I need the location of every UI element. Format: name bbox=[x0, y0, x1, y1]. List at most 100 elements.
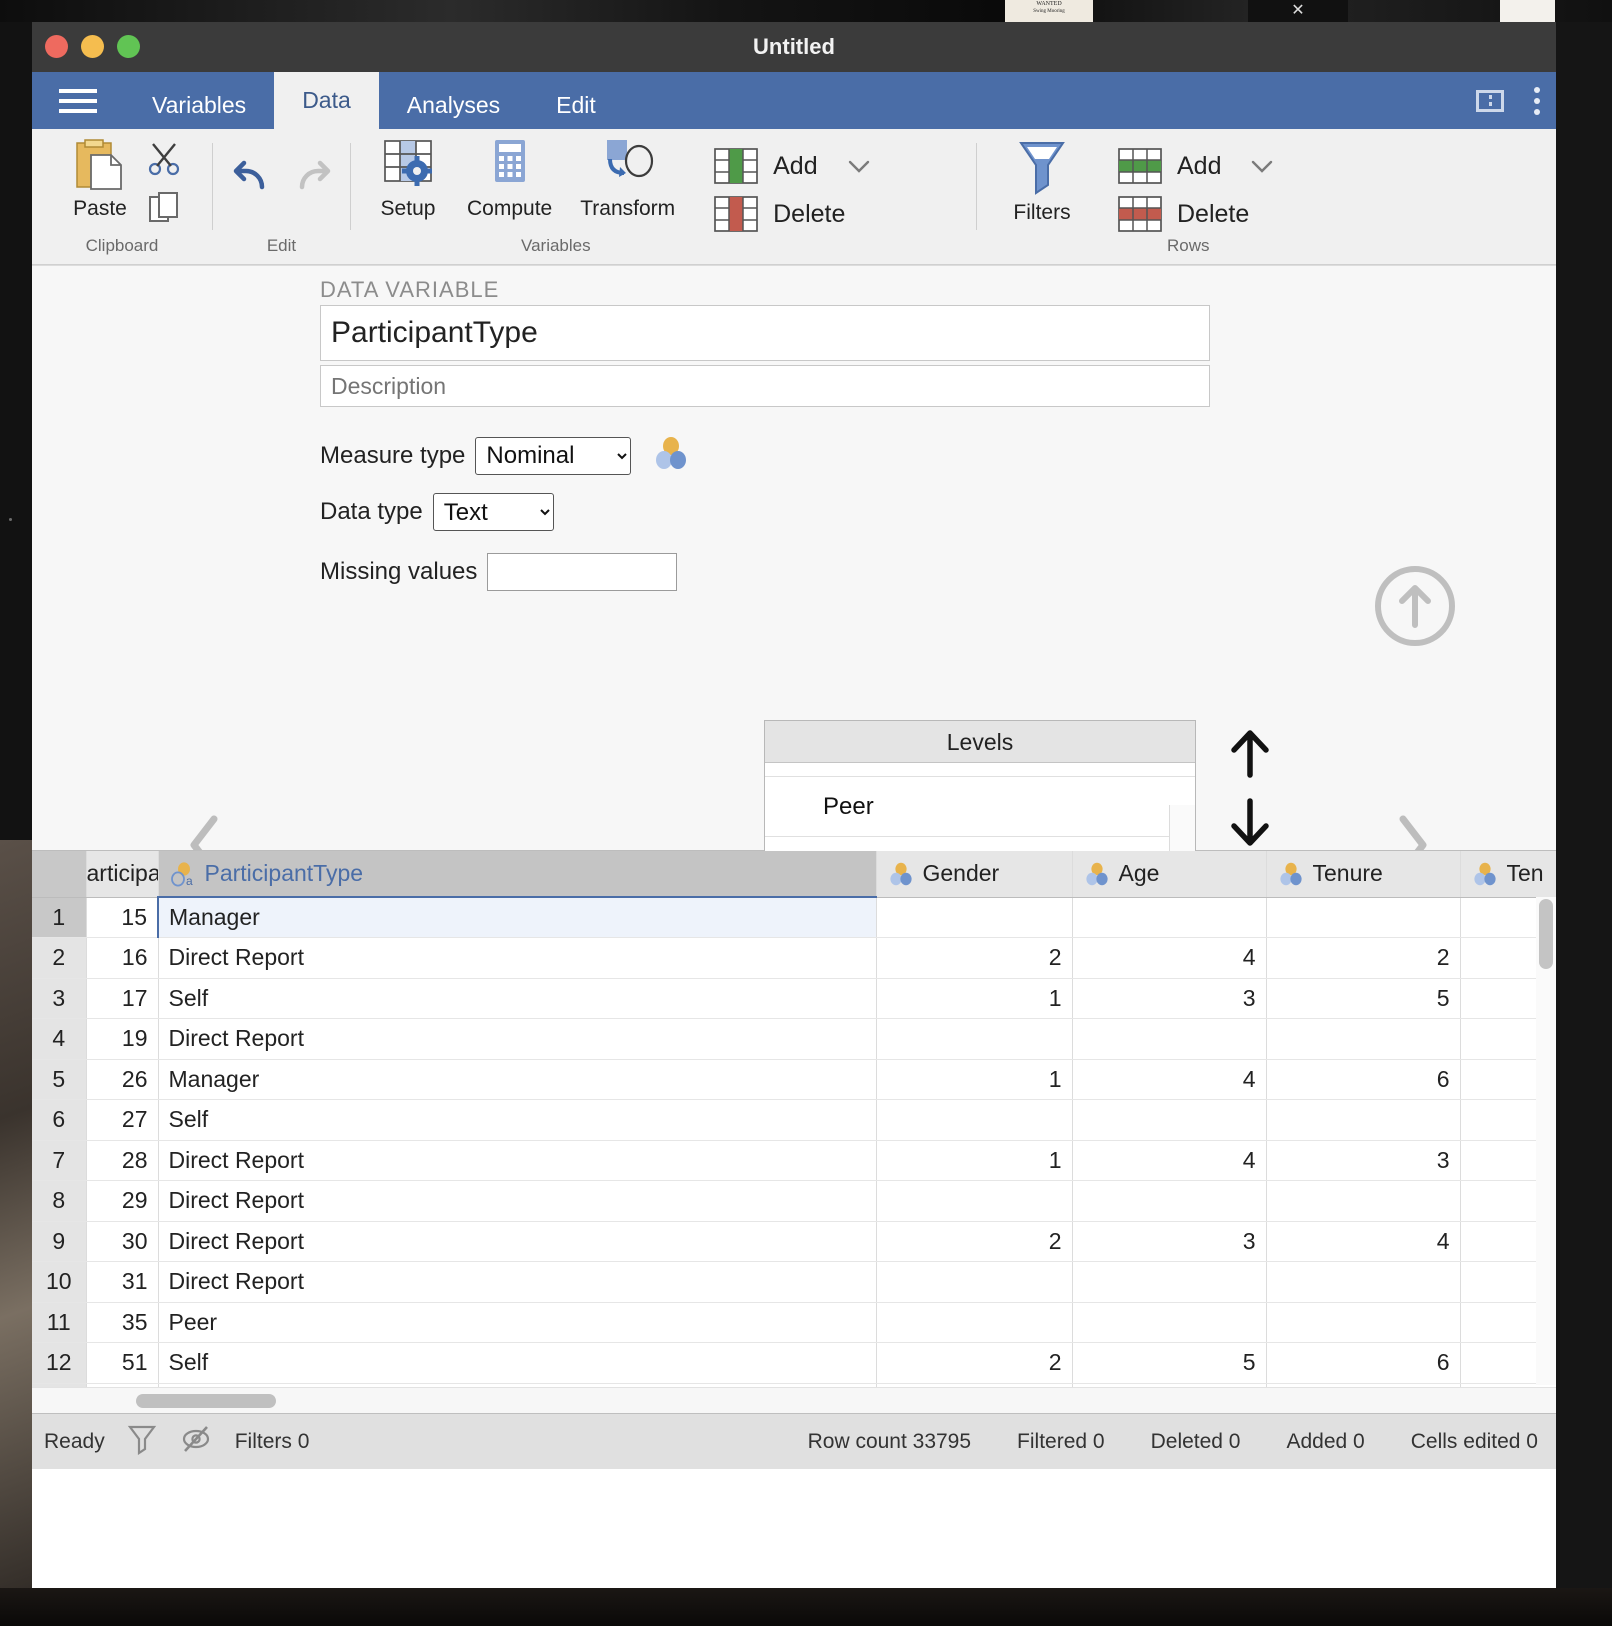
cell-gender[interactable] bbox=[876, 1261, 1073, 1303]
column-header-gender[interactable]: Gender bbox=[876, 851, 1073, 898]
cell-age[interactable]: 4 bbox=[1072, 937, 1267, 979]
variable-name-input[interactable] bbox=[320, 305, 1210, 361]
arrow-up-icon[interactable] bbox=[1222, 725, 1278, 781]
row-number-cell[interactable]: 10 bbox=[32, 1261, 87, 1303]
cell-ptype[interactable]: Self bbox=[158, 978, 877, 1019]
cell-gender[interactable]: 2 bbox=[876, 1221, 1073, 1262]
add-row-button[interactable]: Add bbox=[1117, 147, 1275, 185]
cell-participant[interactable]: 15 bbox=[86, 897, 159, 938]
cell-age[interactable]: 5 bbox=[1072, 1342, 1267, 1384]
column-header-tenure2[interactable]: Ten bbox=[1460, 851, 1556, 898]
column-header-age[interactable]: Age bbox=[1072, 851, 1267, 898]
cell-tenure[interactable] bbox=[1266, 897, 1461, 938]
cell-participant[interactable]: 30 bbox=[86, 1221, 159, 1262]
row-number-cell[interactable]: 8 bbox=[32, 1180, 87, 1222]
cell-gender[interactable] bbox=[876, 1018, 1073, 1060]
table-row[interactable]: 1 15 Manager bbox=[32, 896, 1556, 938]
row-number-cell[interactable]: 3 bbox=[32, 978, 87, 1019]
table-row[interactable]: 11 35 Peer bbox=[32, 1302, 1556, 1343]
cell-tenure[interactable]: 3 bbox=[1266, 1140, 1461, 1181]
cell-participant[interactable]: 29 bbox=[86, 1180, 159, 1222]
tab-analyses[interactable]: Analyses bbox=[379, 82, 528, 129]
split-view-icon[interactable] bbox=[1476, 89, 1504, 112]
cell-tenure[interactable]: 6 bbox=[1266, 1059, 1461, 1100]
paste-button[interactable]: Paste bbox=[59, 135, 141, 221]
cell-tenure[interactable]: 4 bbox=[1266, 1221, 1461, 1262]
arrow-down-icon[interactable] bbox=[1222, 795, 1278, 851]
data-type-select[interactable]: TextIntegerDecimal bbox=[432, 493, 554, 531]
table-row[interactable]: 8 29 Direct Report bbox=[32, 1180, 1556, 1222]
cell-ptype[interactable]: Direct Report bbox=[158, 1180, 877, 1222]
row-number-cell[interactable]: 4 bbox=[32, 1018, 87, 1060]
table-row[interactable]: 7 28 Direct Report 1 4 3 bbox=[32, 1140, 1556, 1181]
table-row[interactable]: 6 27 Self bbox=[32, 1099, 1556, 1141]
eye-off-icon[interactable] bbox=[179, 1424, 213, 1460]
grid-horizontal-scroll-thumb[interactable] bbox=[136, 1394, 276, 1408]
filters-button[interactable]: Filters bbox=[999, 135, 1085, 225]
copy-icon[interactable] bbox=[145, 189, 185, 229]
delete-variable-button[interactable]: Delete bbox=[713, 195, 871, 233]
cell-gender[interactable]: 1 bbox=[876, 978, 1073, 1019]
cell-participant[interactable]: 16 bbox=[86, 937, 159, 979]
description-input[interactable] bbox=[320, 365, 1210, 407]
cell-participant[interactable]: 27 bbox=[86, 1099, 159, 1141]
cell-tenure[interactable]: 2 bbox=[1266, 937, 1461, 979]
column-header-participant[interactable]: articipa… bbox=[86, 851, 159, 898]
table-row[interactable]: 3 17 Self 1 3 5 bbox=[32, 978, 1556, 1019]
undo-icon[interactable] bbox=[226, 151, 278, 197]
table-row[interactable]: 9 30 Direct Report 2 3 4 bbox=[32, 1221, 1556, 1262]
cell-participant[interactable]: 28 bbox=[86, 1140, 159, 1181]
cell-age[interactable] bbox=[1072, 1180, 1267, 1222]
cell-ptype[interactable]: Self bbox=[158, 1342, 877, 1384]
compute-button[interactable]: Compute bbox=[455, 135, 564, 221]
cell-age[interactable] bbox=[1072, 897, 1267, 938]
cell-ptype[interactable]: Direct Report bbox=[158, 1140, 877, 1181]
measure-type-select[interactable]: NominalOrdinalContinuousID bbox=[475, 436, 632, 475]
cell-gender[interactable]: 1 bbox=[876, 1059, 1073, 1100]
cell-tenure[interactable] bbox=[1266, 1180, 1461, 1222]
cell-tenure[interactable] bbox=[1266, 1261, 1461, 1303]
table-row[interactable]: 5 26 Manager 1 4 6 bbox=[32, 1059, 1556, 1100]
cell-age[interactable] bbox=[1072, 1099, 1267, 1141]
collapse-editor-button[interactable] bbox=[1372, 563, 1458, 654]
cell-tenure[interactable] bbox=[1266, 1099, 1461, 1141]
column-header-participanttype[interactable]: a ParticipantType bbox=[158, 851, 877, 898]
delete-row-button[interactable]: Delete bbox=[1117, 195, 1249, 233]
row-number-cell[interactable]: 7 bbox=[32, 1140, 87, 1181]
missing-values-input[interactable] bbox=[487, 553, 678, 591]
funnel-icon[interactable] bbox=[127, 1423, 157, 1461]
cell-participant[interactable]: 35 bbox=[86, 1302, 159, 1343]
cell-gender[interactable] bbox=[876, 1099, 1073, 1141]
row-number-cell[interactable]: 12 bbox=[32, 1342, 87, 1384]
cell-participant[interactable]: 51 bbox=[86, 1342, 159, 1384]
cell-participant[interactable]: 19 bbox=[86, 1018, 159, 1060]
cell-tenure[interactable]: 6 bbox=[1266, 1342, 1461, 1384]
redo-icon[interactable] bbox=[286, 151, 338, 197]
cell-participant[interactable]: 17 bbox=[86, 978, 159, 1019]
cell-age[interactable] bbox=[1072, 1302, 1267, 1343]
cell-age[interactable]: 4 bbox=[1072, 1059, 1267, 1100]
cell-ptype[interactable]: Manager bbox=[158, 1059, 877, 1100]
cell-ptype[interactable]: Direct Report bbox=[158, 1261, 877, 1303]
cell-gender[interactable]: 1 bbox=[876, 1140, 1073, 1181]
column-header-tenure[interactable]: Tenure bbox=[1266, 851, 1461, 898]
grid-horizontal-scrollbar[interactable] bbox=[32, 1387, 1556, 1413]
cell-tenure[interactable]: 5 bbox=[1266, 978, 1461, 1019]
cut-icon[interactable] bbox=[145, 139, 185, 179]
cell-participant[interactable]: 26 bbox=[86, 1059, 159, 1100]
hamburger-icon[interactable] bbox=[32, 72, 124, 129]
row-number-cell[interactable]: 1 bbox=[32, 897, 87, 938]
cell-ptype[interactable]: Direct Report bbox=[158, 937, 877, 979]
table-row[interactable]: 4 19 Direct Report bbox=[32, 1018, 1556, 1060]
tab-variables[interactable]: Variables bbox=[124, 82, 274, 129]
more-options-icon[interactable] bbox=[1530, 83, 1544, 119]
table-row[interactable]: 12 51 Self 2 5 6 bbox=[32, 1342, 1556, 1384]
cell-tenure[interactable] bbox=[1266, 1018, 1461, 1060]
cell-gender[interactable] bbox=[876, 1302, 1073, 1343]
table-row[interactable]: 10 31 Direct Report bbox=[32, 1261, 1556, 1303]
row-number-cell[interactable]: 5 bbox=[32, 1059, 87, 1100]
tab-edit[interactable]: Edit bbox=[528, 82, 624, 129]
level-item-peer[interactable]: Peer bbox=[765, 777, 1195, 837]
cell-gender[interactable] bbox=[876, 897, 1073, 938]
cell-gender[interactable]: 2 bbox=[876, 1342, 1073, 1384]
